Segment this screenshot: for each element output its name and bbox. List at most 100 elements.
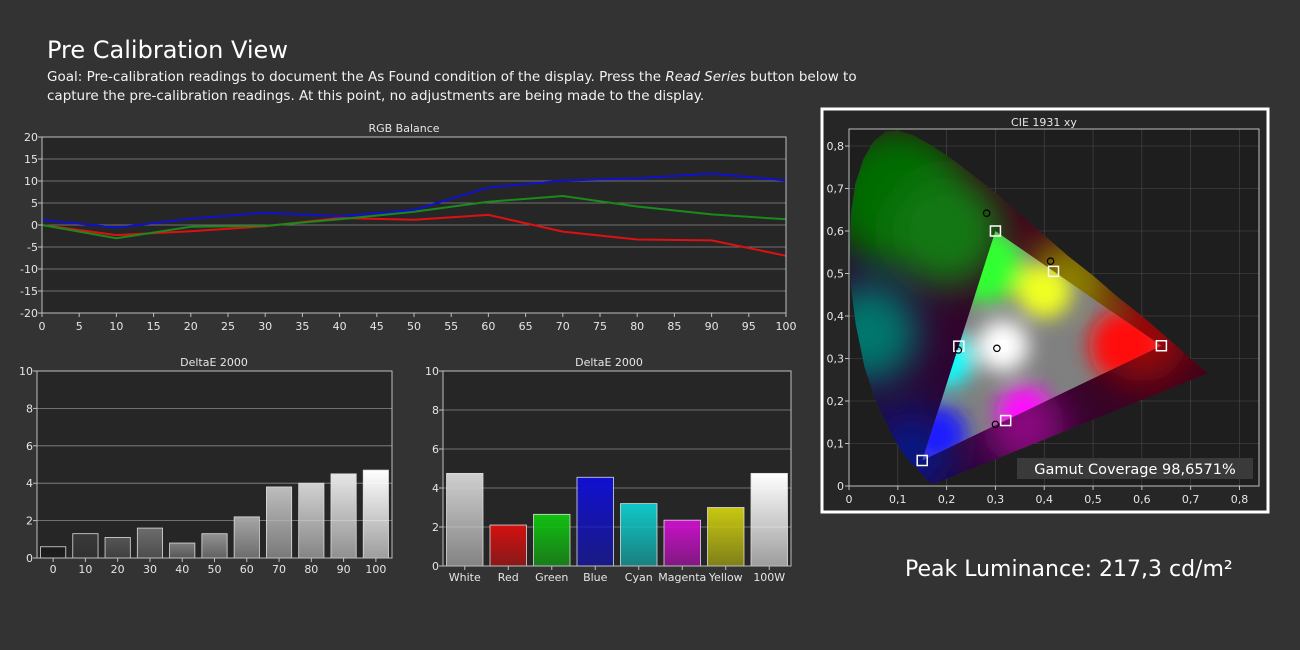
deltae-color-xtick-label: Cyan <box>625 571 653 584</box>
deltae-gray-bar-80 <box>298 482 325 559</box>
deltae-gray-bar-60 <box>233 516 260 559</box>
cie-ytick-label: 0,2 <box>827 395 845 408</box>
deltae-gray-ytick-label: 4 <box>26 477 33 490</box>
rgb-ytick-label: 10 <box>24 175 38 188</box>
rgb-xtick-label: 15 <box>147 320 161 333</box>
cie-ytick-label: 0,3 <box>827 353 845 366</box>
deltae-gray-title: DeltaE 2000 <box>180 356 248 369</box>
deltae-color-ytick-label: 10 <box>425 365 439 378</box>
deltae-color-ytick-label: 0 <box>432 560 439 573</box>
deltae-gray-bar-20 <box>104 537 131 559</box>
deltae-color-xtick-label: 100W <box>753 571 785 584</box>
rgb-xtick-label: 60 <box>481 320 495 333</box>
deltae-gray-bar-10 <box>72 533 99 559</box>
rgb-xtick-label: 30 <box>258 320 272 333</box>
deltae-gray-bar-50 <box>201 533 228 559</box>
cie-xtick-label: 0,2 <box>938 493 956 506</box>
cie-xtick-label: 0,1 <box>889 493 907 506</box>
rgb-xtick-label: 95 <box>742 320 756 333</box>
deltae-color-ytick-label: 6 <box>432 443 439 456</box>
deltae-gray-xtick-label: 80 <box>304 563 318 576</box>
rgb-ytick-label: 0 <box>31 219 38 232</box>
charts-canvas: RGB Balance 20151050-5-10-15-20 0 5 10 15 20… <box>19 107 1270 584</box>
deltae-gray-ytick-label: 10 <box>19 365 33 378</box>
cie-tri-white <box>976 319 1029 372</box>
deltae-gray-xtick-label: 100 <box>365 563 386 576</box>
deltae-color-bar-yellow <box>707 507 745 567</box>
deltae-gray-bar-100 <box>362 469 389 559</box>
deltae-color-xtick-label: Green <box>535 571 568 584</box>
rgb-xtick-label: 80 <box>630 320 644 333</box>
deltae-color-bar-red <box>489 524 527 567</box>
cie-xtick-label: 0,5 <box>1084 493 1102 506</box>
cie-ytick-label: 0,6 <box>827 225 845 238</box>
deltae-gray-xtick-label: 70 <box>272 563 286 576</box>
cie-ytick-label: 0 <box>837 480 844 493</box>
rgb-xtick-label: 90 <box>705 320 719 333</box>
deltae-color-ytick-label: 4 <box>432 482 439 495</box>
rgb-balance-title: RGB Balance <box>368 122 439 135</box>
gamut-coverage-label: Gamut Coverage 98,6571% <box>1034 462 1236 478</box>
deltae-color-xtick-label: Magenta <box>658 571 706 584</box>
deltae-gray-xtick-label: 90 <box>337 563 351 576</box>
deltae-gray-bar-0 <box>40 546 67 559</box>
cie-xtick-label: 0,6 <box>1133 493 1151 506</box>
deltae-gray-bar-40 <box>169 542 196 559</box>
deltae-gray-ytick-label: 2 <box>26 515 33 528</box>
deltae-color-title: DeltaE 2000 <box>575 356 643 369</box>
cie-xtick-label: 0 <box>846 493 853 506</box>
deltae-color-ytick-label: 8 <box>432 404 439 417</box>
cie-xtick-label: 0,4 <box>1035 493 1053 506</box>
cie-xtick-label: 0,3 <box>987 493 1005 506</box>
deltae-gray-xtick-label: 10 <box>78 563 92 576</box>
rgb-xtick-label: 65 <box>519 320 533 333</box>
deltae-color-bar-cyan <box>620 503 658 567</box>
cie-ytick-label: 0,7 <box>827 183 845 196</box>
deltae-gray-xtick-label: 0 <box>50 563 57 576</box>
rgb-xtick-label: 70 <box>556 320 570 333</box>
rgb-xtick-label: 10 <box>109 320 123 333</box>
deltae-gray-ytick-label: 8 <box>26 402 33 415</box>
deltae-gray-ytick-label: 0 <box>26 552 33 565</box>
deltae-color-xtick-label: Red <box>498 571 519 584</box>
cie-xtick-label: 0,7 <box>1182 493 1200 506</box>
rgb-xtick-label: 55 <box>444 320 458 333</box>
cie-title: CIE 1931 xy <box>1011 116 1077 129</box>
rgb-balance-chart: RGB Balance 20151050-5-10-15-20 0 5 10 15 20… <box>20 122 796 333</box>
deltae-gray-xtick-label: 60 <box>240 563 254 576</box>
deltae-gray-bar-90 <box>330 473 357 559</box>
rgb-xtick-label: 40 <box>333 320 347 333</box>
rgb-xtick-label: 35 <box>295 320 309 333</box>
deltae-gray-bar-70 <box>266 486 293 559</box>
deltae-gray-bar-30 <box>136 527 163 559</box>
deltae-gray-ytick-label: 6 <box>26 440 33 453</box>
rgb-ytick-label: -10 <box>20 263 38 276</box>
rgb-xtick-label: 45 <box>370 320 384 333</box>
deltae-color-ytick-label: 2 <box>432 521 439 534</box>
cie-xtick-label: 0,8 <box>1231 493 1249 506</box>
deltae-color-bar-white <box>446 472 484 567</box>
deltae-color-bar-green <box>533 513 571 567</box>
deltae-color-bar-100w <box>750 472 788 567</box>
rgb-xtick-label: 50 <box>407 320 421 333</box>
deltae-color-bar-magenta <box>663 519 701 567</box>
deltae-gray-xtick-label: 20 <box>111 563 125 576</box>
deltae-gray-xtick-label: 40 <box>175 563 189 576</box>
rgb-ytick-label: -15 <box>20 285 38 298</box>
deltae-color-chart: DeltaE 2000 10 8 6 4 2 0 White Red Green Blue Cyan… <box>425 356 792 584</box>
rgb-xtick-label: 85 <box>667 320 681 333</box>
deltae-gray-xtick-label: 50 <box>208 563 222 576</box>
rgb-xtick-label: 0 <box>39 320 46 333</box>
rgb-xtick-label: 5 <box>76 320 83 333</box>
deltae-color-xtick-label: White <box>449 571 481 584</box>
deltae-color-bar-blue <box>576 476 614 567</box>
deltae-grayscale-chart: DeltaE 2000 10864200 10 20 30 40 50 60 70 80 90 10… <box>19 356 393 576</box>
rgb-xtick-label: 100 <box>776 320 797 333</box>
rgb-ytick-label: 20 <box>24 131 38 144</box>
peak-luminance: Peak Luminance: 217,3 cd/m² <box>905 557 1233 582</box>
rgb-xtick-label: 25 <box>221 320 235 333</box>
rgb-xtick-label: 20 <box>184 320 198 333</box>
cie-ytick-label: 0,4 <box>827 310 845 323</box>
deltae-color-xtick-label: Blue <box>583 571 608 584</box>
deltae-color-xtick-label: Yellow <box>708 571 743 584</box>
